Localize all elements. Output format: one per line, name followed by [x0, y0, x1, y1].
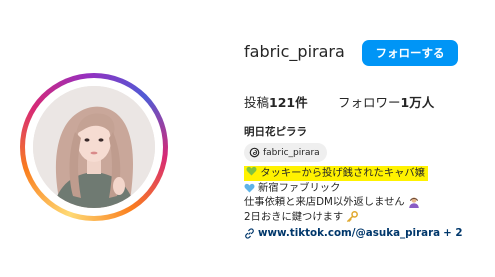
avatar-gap — [25, 78, 163, 216]
green-heart-icon — [246, 166, 257, 176]
link-icon — [245, 228, 254, 239]
bio-line-4: 2日おきに鍵つけます — [244, 210, 463, 225]
threads-handle: fabric_pirara — [263, 147, 320, 158]
follow-button[interactable]: フォローする — [362, 40, 458, 66]
username: fabric_pirara — [244, 42, 345, 61]
key-icon — [347, 210, 359, 222]
bio-line-1-text: タッキーから投げ銭されたキャバ嬢 — [260, 167, 426, 179]
posts-label: 投稿 — [244, 95, 270, 110]
blue-heart-icon — [244, 183, 255, 193]
threads-badge[interactable]: fabric_pirara — [244, 143, 327, 162]
person-icon — [408, 197, 419, 209]
bio-line-3-text: 仕事依頼と来店DM以外返しません — [244, 196, 405, 208]
posts-count: 121件 — [269, 95, 308, 110]
followers-label: フォロワー — [338, 95, 401, 110]
posts-stat[interactable]: 投稿121件 — [244, 92, 308, 111]
bio: タッキーから投げ銭されたキャバ嬢 新宿ファブリック 仕事依頼と来店DM以外返しま… — [244, 166, 463, 241]
display-name: 明日花ピララ — [244, 126, 307, 138]
followers-stat[interactable]: フォロワー1万人 — [338, 92, 434, 111]
followers-count: 1万人 — [400, 95, 435, 110]
more-links[interactable]: + 2 — [443, 226, 462, 241]
link-text[interactable]: www.tiktok.com/@asuka_pirara — [258, 226, 440, 241]
bio-highlight: タッキーから投げ銭されたキャバ嬢 — [244, 166, 429, 181]
avatar-photo — [33, 86, 155, 208]
bio-line-4-text: 2日おきに鍵つけます — [244, 210, 344, 223]
bio-line-2-text: 新宿ファブリック — [258, 181, 341, 194]
bio-line-3: 仕事依頼と来店DM以外返しません — [244, 195, 463, 210]
bio-line-2: 新宿ファブリック — [244, 181, 463, 196]
bio-line-1: タッキーから投げ銭されたキャバ嬢 — [244, 166, 463, 181]
profile-avatar-ring[interactable] — [20, 73, 168, 221]
external-link[interactable]: www.tiktok.com/@asuka_pirara + 2 — [244, 226, 463, 241]
avatar — [33, 86, 155, 208]
threads-icon — [248, 147, 260, 159]
